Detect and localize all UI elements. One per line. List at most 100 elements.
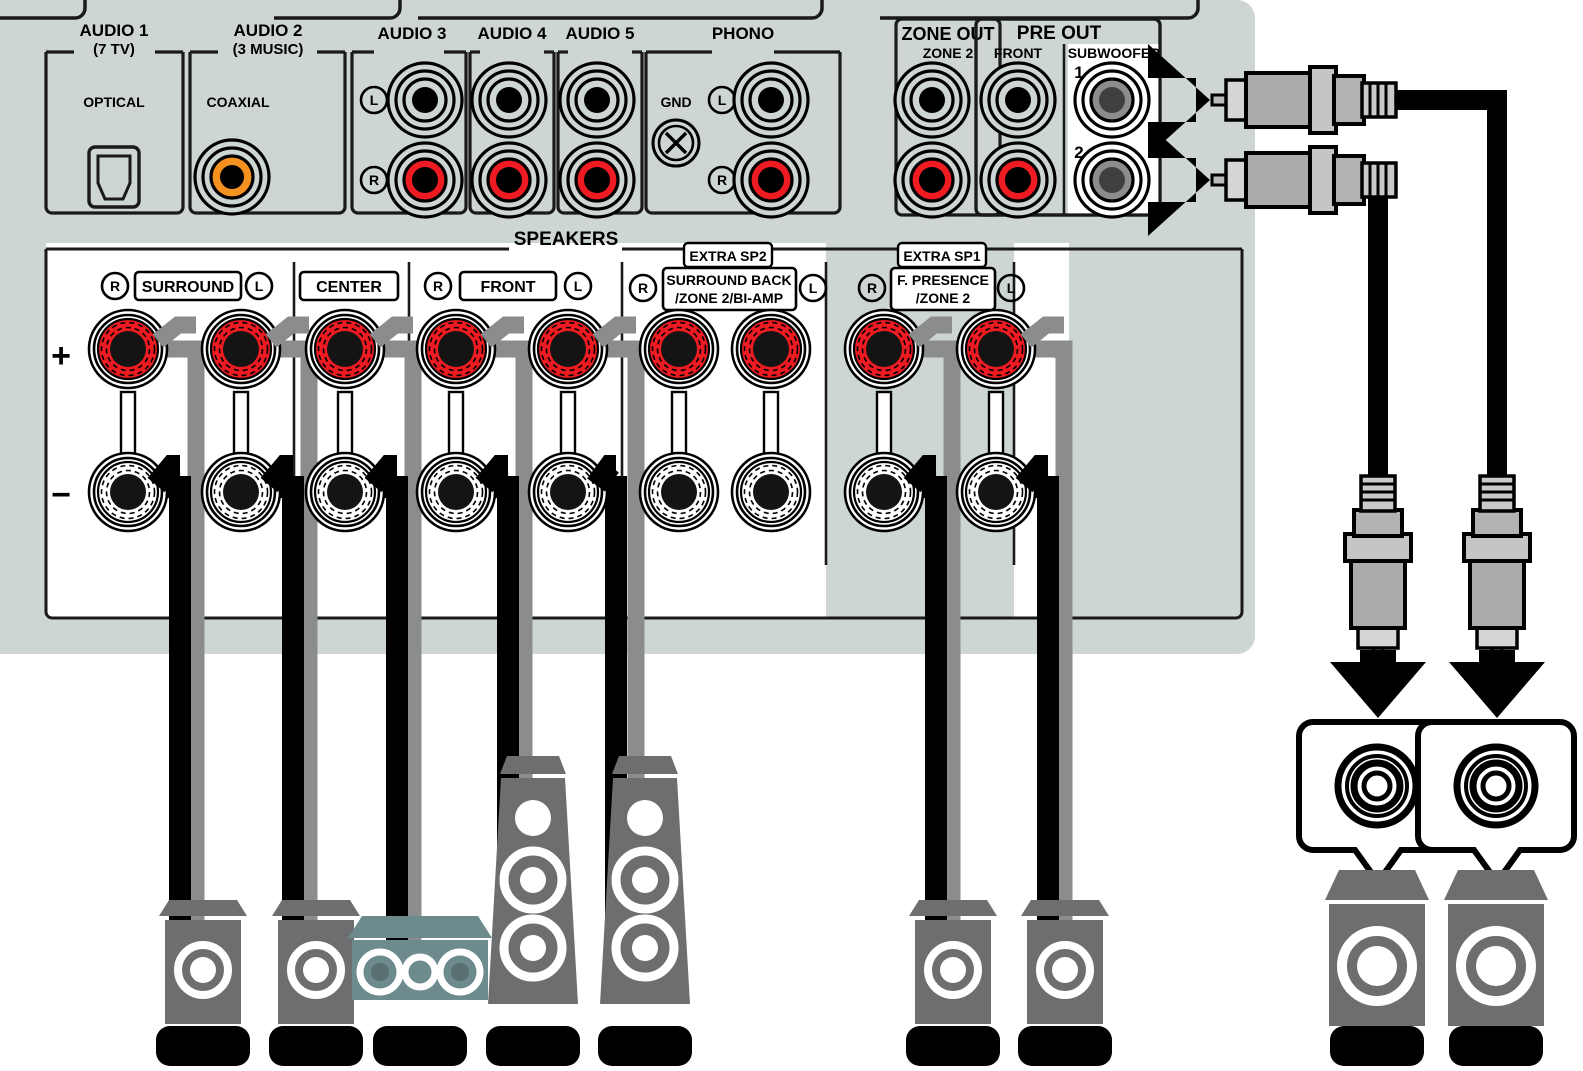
insert-arrows-subwoofer xyxy=(1330,650,1545,718)
post-center-plus[interactable] xyxy=(304,308,386,390)
subwoofer-sw2 xyxy=(1444,870,1548,1026)
phono-l-jack[interactable] xyxy=(732,61,810,139)
subwoofer-2-jack[interactable] xyxy=(1073,141,1151,219)
subwoofer-sw1 xyxy=(1325,870,1429,1026)
audio5-title: AUDIO 5 xyxy=(566,24,635,43)
subwoofer-jack-callout-2 xyxy=(1415,719,1577,888)
post-presence-l-plus[interactable] xyxy=(955,308,1037,390)
speaker-group-center: CENTER xyxy=(298,270,400,302)
speaker-tag-fl-text: FL xyxy=(627,1030,664,1063)
post-surround-l-plus[interactable] xyxy=(200,308,282,390)
post-front-l-plus[interactable] xyxy=(527,308,609,390)
terminal-minus-left: − xyxy=(51,476,71,514)
audio2-title: AUDIO 2 xyxy=(234,21,303,40)
svg-text:R: R xyxy=(638,280,648,296)
speaker-c xyxy=(348,916,492,1000)
post-front-r-minus[interactable] xyxy=(415,451,497,533)
optical-jack[interactable] xyxy=(87,145,141,209)
surround-back-label-line1: SURROUND BACK xyxy=(666,272,791,288)
svg-text:L: L xyxy=(255,278,264,294)
speaker-tag-sl: SL xyxy=(269,1026,363,1066)
speaker-tag-sw2: SW xyxy=(1449,1026,1543,1066)
subwoofer-1-jack[interactable] xyxy=(1073,61,1151,139)
post-surround-l-minus[interactable] xyxy=(200,451,282,533)
svg-text:L: L xyxy=(370,92,379,108)
post-center-minus[interactable] xyxy=(304,451,386,533)
surround-label: SURROUND xyxy=(142,279,234,296)
speaker-tag-fl: FL xyxy=(598,1026,692,1066)
post-front-r-plus[interactable] xyxy=(415,308,497,390)
speaker-tag-c: C xyxy=(373,1026,467,1066)
extra-sp2-tag: EXTRA SP2 xyxy=(689,248,766,264)
post-presence-l-minus[interactable] xyxy=(955,451,1037,533)
speaker-tag-sw2-text: SW xyxy=(1472,1030,1521,1063)
connection-diagram: AUDIO 1 (7 TV) OPTICAL AUDIO 2 (3 MUSIC)… xyxy=(0,0,1583,1071)
audio4-l-jack[interactable] xyxy=(470,61,548,139)
speaker-tag-fpr: FPR xyxy=(906,1026,1000,1066)
terminal-plus-left: + xyxy=(51,337,71,375)
speaker-tag-sr: SR xyxy=(156,1026,250,1066)
speaker-tag-fpl-text: FPL xyxy=(1037,1030,1094,1063)
phono-gnd-screw[interactable] xyxy=(651,118,701,168)
pre-out-group: PRE OUT FRONT SUBWOOFER 1 2 xyxy=(974,17,1162,219)
svg-text:L: L xyxy=(574,278,583,294)
zone-out-title: ZONE OUT xyxy=(902,24,995,44)
phono-r-jack[interactable] xyxy=(732,141,810,219)
audio3-l-jack[interactable] xyxy=(386,61,464,139)
post-surround-back-l-minus[interactable] xyxy=(730,451,812,533)
post-presence-r-minus[interactable] xyxy=(843,451,925,533)
front-label: FRONT xyxy=(480,279,535,296)
svg-text:R: R xyxy=(433,278,443,294)
audio5-r-jack[interactable] xyxy=(558,141,636,219)
speaker-tag-fr: FR xyxy=(486,1026,580,1066)
speaker-tag-c-text: C xyxy=(409,1030,431,1063)
svg-text:R: R xyxy=(369,172,379,188)
post-front-l-minus[interactable] xyxy=(527,451,609,533)
speaker-tag-labels: SR SL C FR FL FPR FPL SW SW xyxy=(156,1026,1543,1066)
zone2-r-jack[interactable] xyxy=(893,141,971,219)
speaker-tag-sr-text: SR xyxy=(182,1030,224,1063)
svg-text:R: R xyxy=(110,278,120,294)
post-surround-back-r-plus[interactable] xyxy=(638,308,720,390)
audio1-jack-label: OPTICAL xyxy=(83,94,145,110)
svg-text:R: R xyxy=(867,280,877,296)
audio3-title: AUDIO 3 xyxy=(378,24,447,43)
phono-gnd-label: GND xyxy=(660,94,691,110)
pre-out-front-r-jack[interactable] xyxy=(979,141,1057,219)
speaker-tag-sl-text: SL xyxy=(297,1030,335,1063)
post-surround-r-minus[interactable] xyxy=(87,451,169,533)
audio4-r-jack[interactable] xyxy=(470,141,548,219)
post-surround-r-plus[interactable] xyxy=(87,308,169,390)
rca-plug-sub-right-end xyxy=(1462,474,1532,658)
zone-out-subtitle: ZONE 2 xyxy=(923,45,974,61)
pre-out-subwoofer-label: SUBWOOFER xyxy=(1068,45,1161,61)
post-presence-r-plus[interactable] xyxy=(843,308,925,390)
audio3-r-jack[interactable] xyxy=(386,141,464,219)
audio1-title: AUDIO 1 xyxy=(80,21,149,40)
post-surround-back-r-minus[interactable] xyxy=(638,451,720,533)
pre-out-front-l-jack[interactable] xyxy=(979,61,1057,139)
pre-out-title: PRE OUT xyxy=(1017,23,1102,44)
audio1-subtitle: (7 TV) xyxy=(93,41,135,58)
extra-sp1-tag: EXTRA SP1 xyxy=(903,248,980,264)
speaker-tag-fr-text: FR xyxy=(513,1030,553,1063)
svg-text:L: L xyxy=(718,92,727,108)
svg-text:L: L xyxy=(1007,280,1016,296)
audio5-l-jack[interactable] xyxy=(558,61,636,139)
speaker-tag-sw1-text: SW xyxy=(1353,1030,1402,1063)
svg-text:L: L xyxy=(809,280,818,296)
zone2-l-jack[interactable] xyxy=(893,61,971,139)
phono-title: PHONO xyxy=(712,24,774,43)
audio2-subtitle: (3 MUSIC) xyxy=(233,41,304,58)
rca-plug-sub-left-end xyxy=(1343,474,1413,658)
surround-back-label-line2: /ZONE 2/BI-AMP xyxy=(675,290,783,306)
post-surround-back-l-plus[interactable] xyxy=(730,308,812,390)
speakers-title: SPEAKERS xyxy=(514,229,619,250)
front-presence-label-line1: F. PRESENCE xyxy=(897,272,989,288)
speaker-fl xyxy=(600,756,690,1004)
svg-text:R: R xyxy=(717,172,727,188)
front-presence-label-line2: /ZONE 2 xyxy=(916,290,971,306)
coaxial-jack[interactable] xyxy=(193,138,271,216)
center-label: CENTER xyxy=(316,279,382,296)
speaker-tag-sw1: SW xyxy=(1330,1026,1424,1066)
